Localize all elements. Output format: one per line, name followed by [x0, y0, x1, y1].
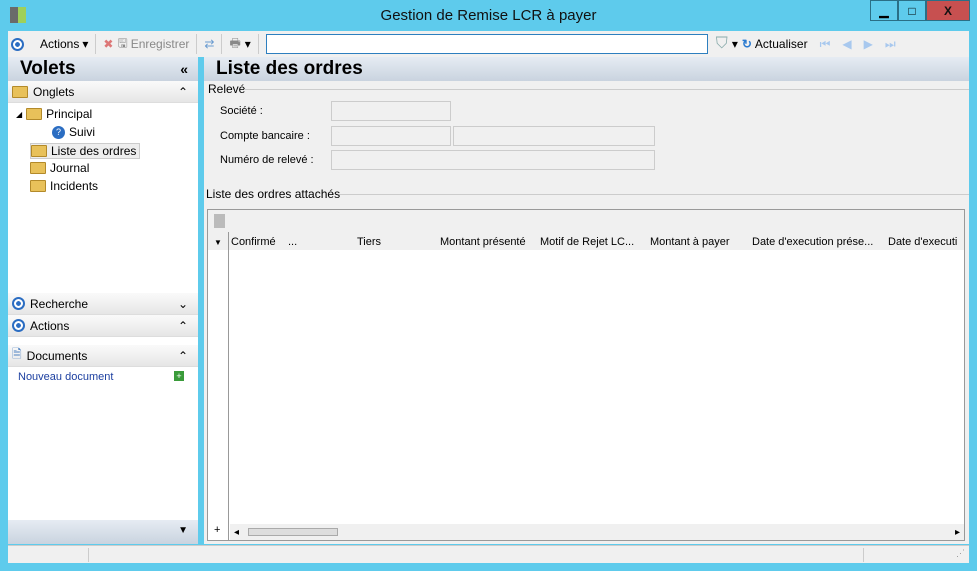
export-icon[interactable]	[214, 214, 225, 228]
delete-icon[interactable]: ✖	[103, 37, 113, 51]
resize-grip-icon[interactable]: ⋰	[956, 548, 965, 559]
search-input[interactable]	[265, 34, 708, 54]
tree-item-incidents[interactable]: Incidents	[30, 179, 98, 193]
numero-label: Numéro de relevé :	[220, 154, 314, 166]
search-section-icon	[12, 297, 25, 310]
section-actions[interactable]: Actions ⌃	[8, 315, 198, 337]
side-panel-title: Volets	[20, 58, 76, 79]
document-icon: 🗎	[12, 347, 22, 361]
panel-footer: ▼	[8, 520, 198, 544]
compte-bancaire-name-field[interactable]	[453, 126, 655, 146]
add-icon[interactable]: +	[174, 371, 184, 381]
print-dropdown-icon[interactable]: ▾	[245, 37, 251, 51]
folder-icon	[26, 108, 43, 120]
refresh-button[interactable]: ↻ Actualiser	[742, 37, 808, 51]
tree-item-principal[interactable]: ◢ Principal	[16, 107, 92, 121]
new-document-link[interactable]: Nouveau document	[18, 371, 113, 383]
help-icon: ?	[52, 125, 65, 139]
column-header[interactable]: Montant présenté	[440, 236, 526, 248]
section-label: Onglets	[33, 84, 75, 99]
last-record-icon[interactable]: ⏭	[885, 37, 896, 52]
section-label: Recherche	[30, 296, 89, 311]
column-header[interactable]: ...	[288, 236, 297, 248]
maximize-button[interactable]: □	[898, 0, 926, 21]
releve-group-label: Relevé	[208, 82, 246, 96]
folder-open-icon	[31, 145, 47, 157]
tree-label: Liste des ordres	[51, 144, 137, 158]
side-panel-header: Volets «	[8, 57, 198, 81]
column-header[interactable]: Motif de Rejet LC...	[540, 236, 634, 248]
compte-label: Compte bancaire :	[220, 130, 310, 142]
section-onglets[interactable]: Onglets ⌃	[8, 81, 198, 103]
list-group-label: Liste des ordres attachés	[206, 187, 341, 201]
tree-label: Incidents	[50, 179, 99, 193]
toolbar: Actions ▾ ✖ 🖫 Enregistrer ⇄ 🖶 ▾ ⛉ ▾ ↻ Actual…	[8, 31, 969, 57]
close-button[interactable]: X	[926, 0, 970, 21]
numero-releve-field[interactable]	[331, 150, 655, 170]
sync-icon[interactable]: ⇄	[204, 37, 214, 51]
main-panel: Liste des ordres Relevé Société : Compte…	[204, 57, 969, 544]
save-label: Enregistrer	[130, 37, 190, 51]
collapse-icon[interactable]: ⌃	[178, 349, 188, 363]
page-title: Liste des ordres	[216, 58, 363, 79]
next-record-icon[interactable]: ▶	[864, 37, 873, 51]
tree-item-liste-des-ordres[interactable]: Liste des ordres	[30, 143, 141, 159]
section-documents[interactable]: 🗎 Documents ⌃	[8, 345, 198, 367]
societe-label: Société :	[220, 105, 263, 117]
compte-bancaire-field[interactable]	[331, 126, 451, 146]
column-chooser-icon[interactable]: ▼	[214, 238, 222, 247]
column-header[interactable]: Date d'execution prése...	[752, 236, 873, 248]
new-document-row: Nouveau document +	[8, 367, 198, 383]
column-header[interactable]: Confirmé	[231, 236, 276, 248]
collapse-icon[interactable]: ⌃	[178, 85, 188, 99]
collapse-icon[interactable]: ⌃	[178, 319, 188, 333]
filter-dropdown-icon[interactable]: ▾	[732, 37, 738, 51]
collapse-panel-button[interactable]: «	[180, 61, 188, 77]
filter-icon[interactable]: ⛉	[716, 35, 728, 53]
societe-field[interactable]	[331, 101, 451, 121]
column-header[interactable]: Tiers	[357, 236, 381, 248]
status-bar: ⋰	[8, 545, 969, 563]
section-label: Documents	[26, 348, 88, 363]
tree-item-journal[interactable]: Journal	[30, 161, 89, 175]
add-row-icon[interactable]: +	[214, 524, 220, 536]
orders-grid[interactable]: ▼ Confirmé ... Tiers Montant présenté Mo…	[207, 209, 965, 541]
refresh-label: Actualiser	[754, 37, 808, 51]
save-icon: 🖫	[117, 35, 128, 50]
folder-icon	[12, 85, 28, 98]
tree-label: Suivi	[69, 125, 96, 139]
section-recherche[interactable]: Recherche ⌄	[8, 293, 198, 315]
expand-icon[interactable]: ⌄	[178, 297, 188, 311]
folder-icon	[30, 180, 46, 192]
folder-icon	[30, 162, 46, 174]
section-label: Actions	[30, 318, 70, 333]
tree-label: Journal	[50, 161, 90, 175]
side-panel: Volets « Onglets ⌃ ◢ Principal ? Suivi Liste…	[8, 57, 198, 544]
main-header: Liste des ordres	[204, 57, 969, 81]
actions-section-icon	[12, 319, 25, 332]
app-menu-icon[interactable]	[11, 37, 24, 51]
first-record-icon[interactable]: ⏮	[820, 37, 831, 52]
actions-label: Actions	[40, 37, 80, 51]
tree-item-suivi[interactable]: ? Suivi	[52, 125, 95, 139]
actions-menu-button[interactable]: Actions ▾	[40, 37, 88, 51]
minimize-button[interactable]: ▁	[870, 0, 898, 21]
print-icon[interactable]: 🖶	[229, 34, 240, 55]
window-title: Gestion de Remise LCR à payer	[380, 7, 597, 24]
save-button[interactable]: 🖫 Enregistrer	[117, 34, 189, 55]
tree-label: Principal	[46, 107, 93, 121]
column-header[interactable]: Date d'executi	[888, 236, 957, 248]
previous-record-icon[interactable]: ◀	[842, 37, 851, 51]
refresh-icon: ↻	[741, 37, 752, 51]
title-bar: Gestion de Remise LCR à payer ▁ □ X	[0, 0, 977, 31]
horizontal-scrollbar[interactable]: ◂ ▸	[230, 524, 964, 540]
grid-toolbar	[208, 210, 964, 232]
column-header[interactable]: Montant à payer	[650, 236, 730, 248]
